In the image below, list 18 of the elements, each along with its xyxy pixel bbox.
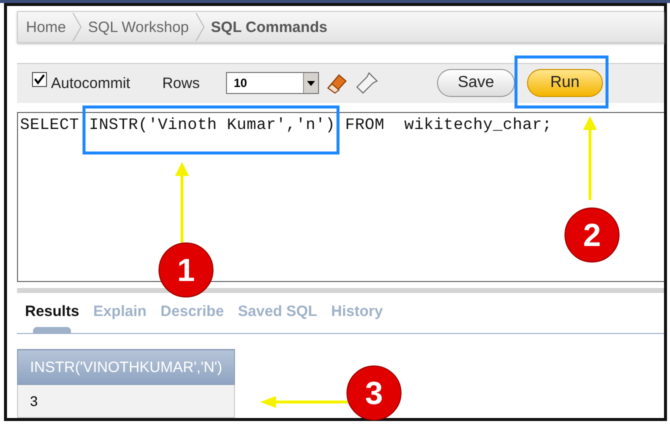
checkbox-label: Autocommit — [51, 74, 130, 92]
chevron-separator — [194, 12, 205, 42]
column-header: INSTR('VINOTHKUMAR','N') — [18, 350, 235, 384]
rows-select[interactable]: 10 — [226, 72, 319, 94]
chevron-separator — [72, 12, 82, 42]
step-badge: 1 — [158, 242, 214, 298]
autocommit-checkbox[interactable] — [32, 72, 47, 87]
run-button[interactable]: Run — [527, 69, 603, 98]
table-cell: 3 — [18, 384, 235, 418]
dropdown-arrow-icon — [306, 80, 315, 86]
flashlight-icon[interactable] — [354, 71, 379, 96]
save-button[interactable]: Save — [436, 69, 516, 98]
result-tab[interactable]: Results — [25, 303, 80, 333]
step-badge: 2 — [564, 208, 620, 262]
rows-label: Rows — [162, 74, 200, 92]
step-badge: 3 — [346, 366, 402, 420]
breadcrumb-link[interactable]: SQL Workshop — [88, 18, 189, 36]
breadcrumb-link[interactable]: Home — [26, 18, 66, 36]
